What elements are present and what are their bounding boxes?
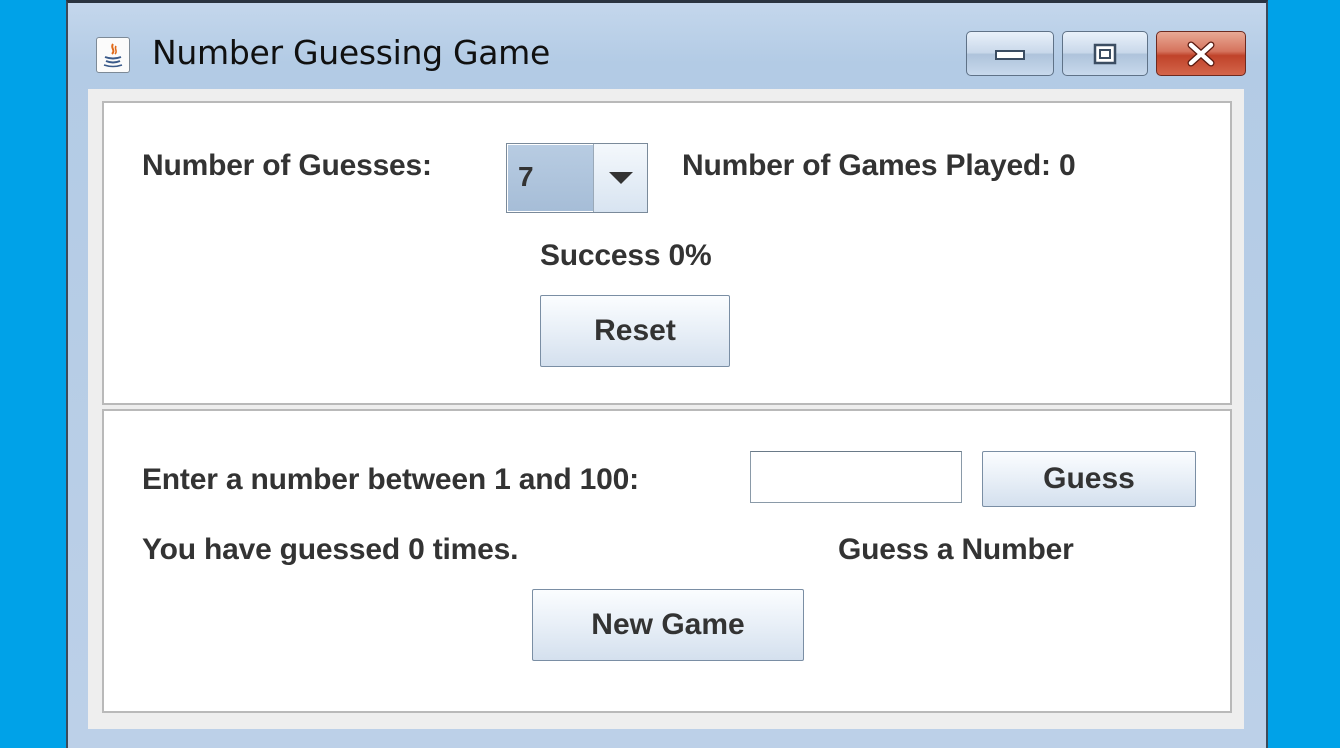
app-window: Number Guessing Game Number of Guesses: … bbox=[66, 0, 1268, 748]
guess-button[interactable]: Guess bbox=[982, 451, 1196, 507]
guesses-label: Number of Guesses: bbox=[142, 149, 432, 182]
content-pane: Number of Guesses: 7 Number of Games Pla… bbox=[88, 89, 1244, 729]
status-label: Guess a Number bbox=[838, 533, 1074, 566]
reset-button[interactable]: Reset bbox=[540, 295, 730, 367]
game-panel: Enter a number between 1 and 100: Guess … bbox=[102, 409, 1232, 713]
prompt-label: Enter a number between 1 and 100: bbox=[142, 463, 639, 496]
minimize-icon bbox=[995, 49, 1025, 60]
close-button[interactable] bbox=[1156, 31, 1246, 76]
guesses-combobox[interactable]: 7 bbox=[506, 143, 648, 213]
maximize-button[interactable] bbox=[1062, 31, 1148, 76]
guess-count-label: You have guessed 0 times. bbox=[142, 533, 519, 566]
window-title: Number Guessing Game bbox=[152, 33, 550, 72]
title-bar[interactable]: Number Guessing Game bbox=[68, 3, 1266, 89]
dropdown-button[interactable] bbox=[593, 144, 647, 212]
success-label: Success 0% bbox=[540, 239, 712, 272]
maximize-icon bbox=[1093, 43, 1117, 64]
games-played-label: Number of Games Played: 0 bbox=[682, 149, 1076, 182]
close-icon bbox=[1187, 41, 1215, 66]
new-game-button[interactable]: New Game bbox=[532, 589, 804, 661]
dropdown-arrow-icon bbox=[609, 172, 633, 184]
guess-input[interactable] bbox=[750, 451, 962, 503]
settings-panel: Number of Guesses: 7 Number of Games Pla… bbox=[102, 101, 1232, 405]
guesses-selected-value[interactable]: 7 bbox=[508, 145, 594, 211]
java-app-icon[interactable] bbox=[96, 37, 130, 73]
minimize-button[interactable] bbox=[966, 31, 1054, 76]
